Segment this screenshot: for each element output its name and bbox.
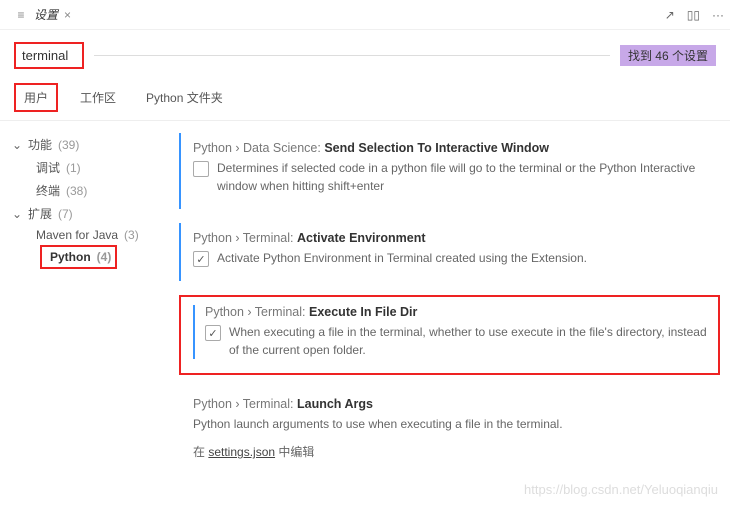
search-result-count: 找到 46 个设置: [620, 45, 716, 66]
settings-nav-sidebar: ⌄ 功能 (39) 调试 (1) 终端 (38) ⌄ 扩展 (7) Maven …: [0, 121, 175, 516]
sidebar-item-count: (1): [66, 161, 81, 175]
sidebar-item-count: (4): [97, 250, 112, 264]
sidebar-item-features[interactable]: ⌄ 功能 (39): [8, 133, 167, 156]
tab-workspace[interactable]: 工作区: [72, 85, 124, 110]
settings-tab-icon: ≡: [14, 8, 28, 22]
sidebar-item-label: 终端: [36, 182, 60, 199]
sidebar-item-label: Maven for Java: [36, 228, 118, 242]
settings-json-link[interactable]: settings.json: [208, 445, 275, 459]
sidebar-item-debug[interactable]: 调试 (1): [8, 156, 167, 179]
sidebar-item-count: (3): [124, 228, 139, 242]
setting-title: Python › Terminal: Execute In File Dir: [205, 305, 710, 319]
more-actions-icon[interactable]: ···: [712, 8, 724, 22]
setting-send-selection: Python › Data Science: Send Selection To…: [179, 133, 720, 209]
setting-description: Python launch arguments to use when exec…: [193, 415, 712, 433]
open-json-icon[interactable]: ↗: [665, 8, 675, 22]
checkbox[interactable]: ✓: [205, 325, 221, 341]
scope-tabs: 用户 工作区 Python 文件夹: [0, 75, 730, 121]
titlebar-actions: ↗ ▯▯ ···: [665, 8, 724, 22]
close-icon[interactable]: ×: [64, 8, 71, 22]
sidebar-item-label: 调试: [36, 159, 60, 176]
editor-tabbar: ≡ 设置 × ↗ ▯▯ ···: [0, 0, 730, 30]
settings-content: Python › Data Science: Send Selection To…: [175, 121, 730, 516]
sidebar-item-python[interactable]: Python (4): [40, 245, 117, 269]
sidebar-item-count: (39): [58, 138, 79, 152]
split-editor-icon[interactable]: ▯▯: [687, 8, 700, 22]
tab-folder[interactable]: Python 文件夹: [138, 85, 231, 110]
sidebar-item-label: Python: [50, 250, 91, 264]
setting-execute-in-file-dir: Python › Terminal: Execute In File Dir ✓…: [193, 305, 710, 359]
setting-title: Python › Terminal: Activate Environment: [193, 231, 712, 245]
setting-description: Activate Python Environment in Terminal …: [217, 249, 587, 267]
setting-description: Determines if selected code in a python …: [217, 159, 712, 195]
settings-tab[interactable]: ≡ 设置 ×: [6, 0, 79, 29]
sidebar-item-count: (38): [66, 184, 87, 198]
checkbox[interactable]: [193, 161, 209, 177]
chevron-down-icon: ⌄: [12, 207, 24, 221]
sidebar-item-maven[interactable]: Maven for Java (3): [8, 225, 167, 245]
edit-in-json-row: 在 settings.json 中编辑: [193, 443, 712, 461]
highlighted-setting: Python › Terminal: Execute In File Dir ✓…: [179, 295, 720, 375]
tab-user[interactable]: 用户: [14, 83, 58, 112]
setting-description: When executing a file in the terminal, w…: [229, 323, 710, 359]
settings-tab-title: 设置: [34, 6, 58, 23]
sidebar-item-terminal[interactable]: 终端 (38): [8, 179, 167, 202]
settings-body: ⌄ 功能 (39) 调试 (1) 终端 (38) ⌄ 扩展 (7) Maven …: [0, 121, 730, 516]
sidebar-item-label: 功能: [28, 136, 52, 153]
chevron-down-icon: ⌄: [12, 138, 24, 152]
sidebar-item-extensions[interactable]: ⌄ 扩展 (7): [8, 202, 167, 225]
search-underline: [94, 55, 610, 56]
setting-activate-env: Python › Terminal: Activate Environment …: [179, 223, 720, 281]
setting-launch-args: Python › Terminal: Launch Args Python la…: [179, 389, 720, 475]
sidebar-item-count: (7): [58, 207, 73, 221]
sidebar-item-label: 扩展: [28, 205, 52, 222]
setting-title: Python › Terminal: Launch Args: [193, 397, 712, 411]
settings-search-input[interactable]: [14, 42, 84, 69]
checkbox[interactable]: ✓: [193, 251, 209, 267]
settings-search-row: 找到 46 个设置: [0, 30, 730, 75]
setting-title: Python › Data Science: Send Selection To…: [193, 141, 712, 155]
